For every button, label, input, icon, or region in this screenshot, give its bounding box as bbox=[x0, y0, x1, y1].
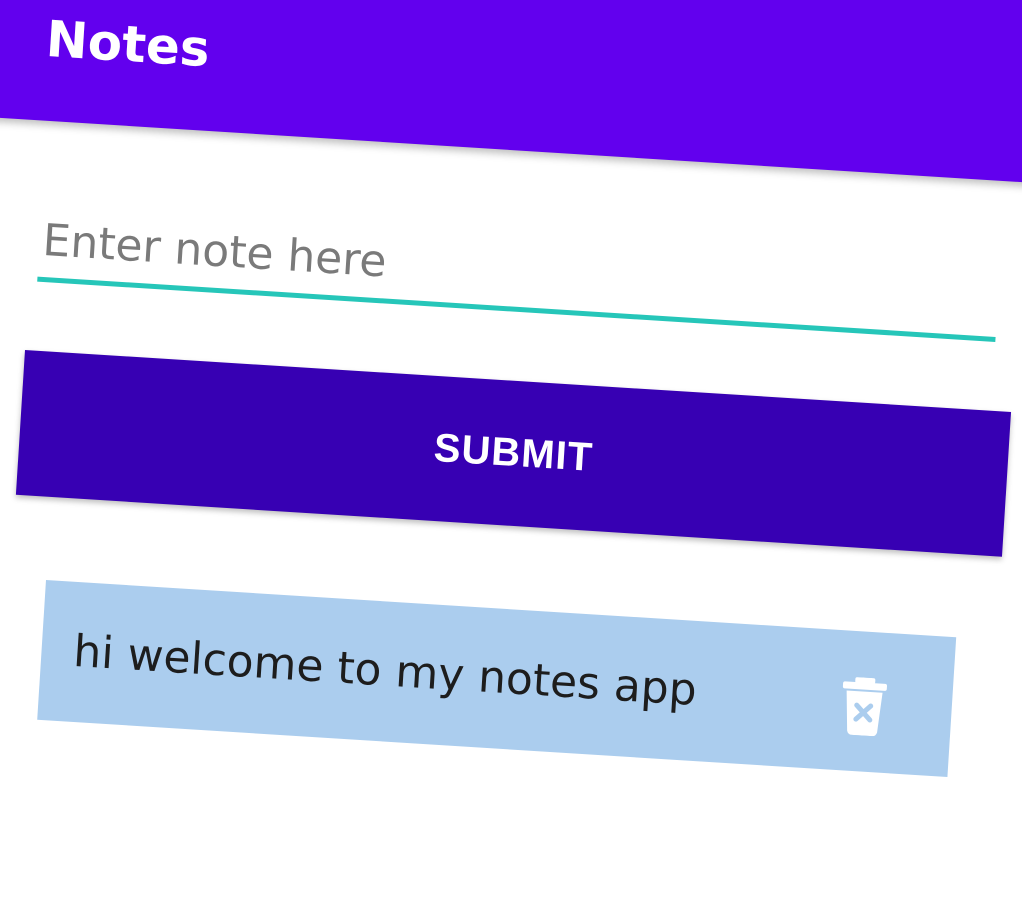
submit-button-label: SUBMIT bbox=[432, 425, 595, 480]
note-input-field bbox=[37, 205, 1003, 345]
app-title: Notes bbox=[44, 10, 212, 79]
notes-screen: Notes SUBMIT hi welcome to my notes app bbox=[0, 0, 1022, 903]
note-text: hi welcome to my notes app bbox=[71, 625, 699, 717]
note-input[interactable] bbox=[40, 205, 1002, 336]
note-list-item: hi welcome to my notes app bbox=[37, 580, 957, 777]
submit-button[interactable]: SUBMIT bbox=[15, 350, 1012, 557]
delete-trash-icon[interactable] bbox=[838, 676, 890, 737]
